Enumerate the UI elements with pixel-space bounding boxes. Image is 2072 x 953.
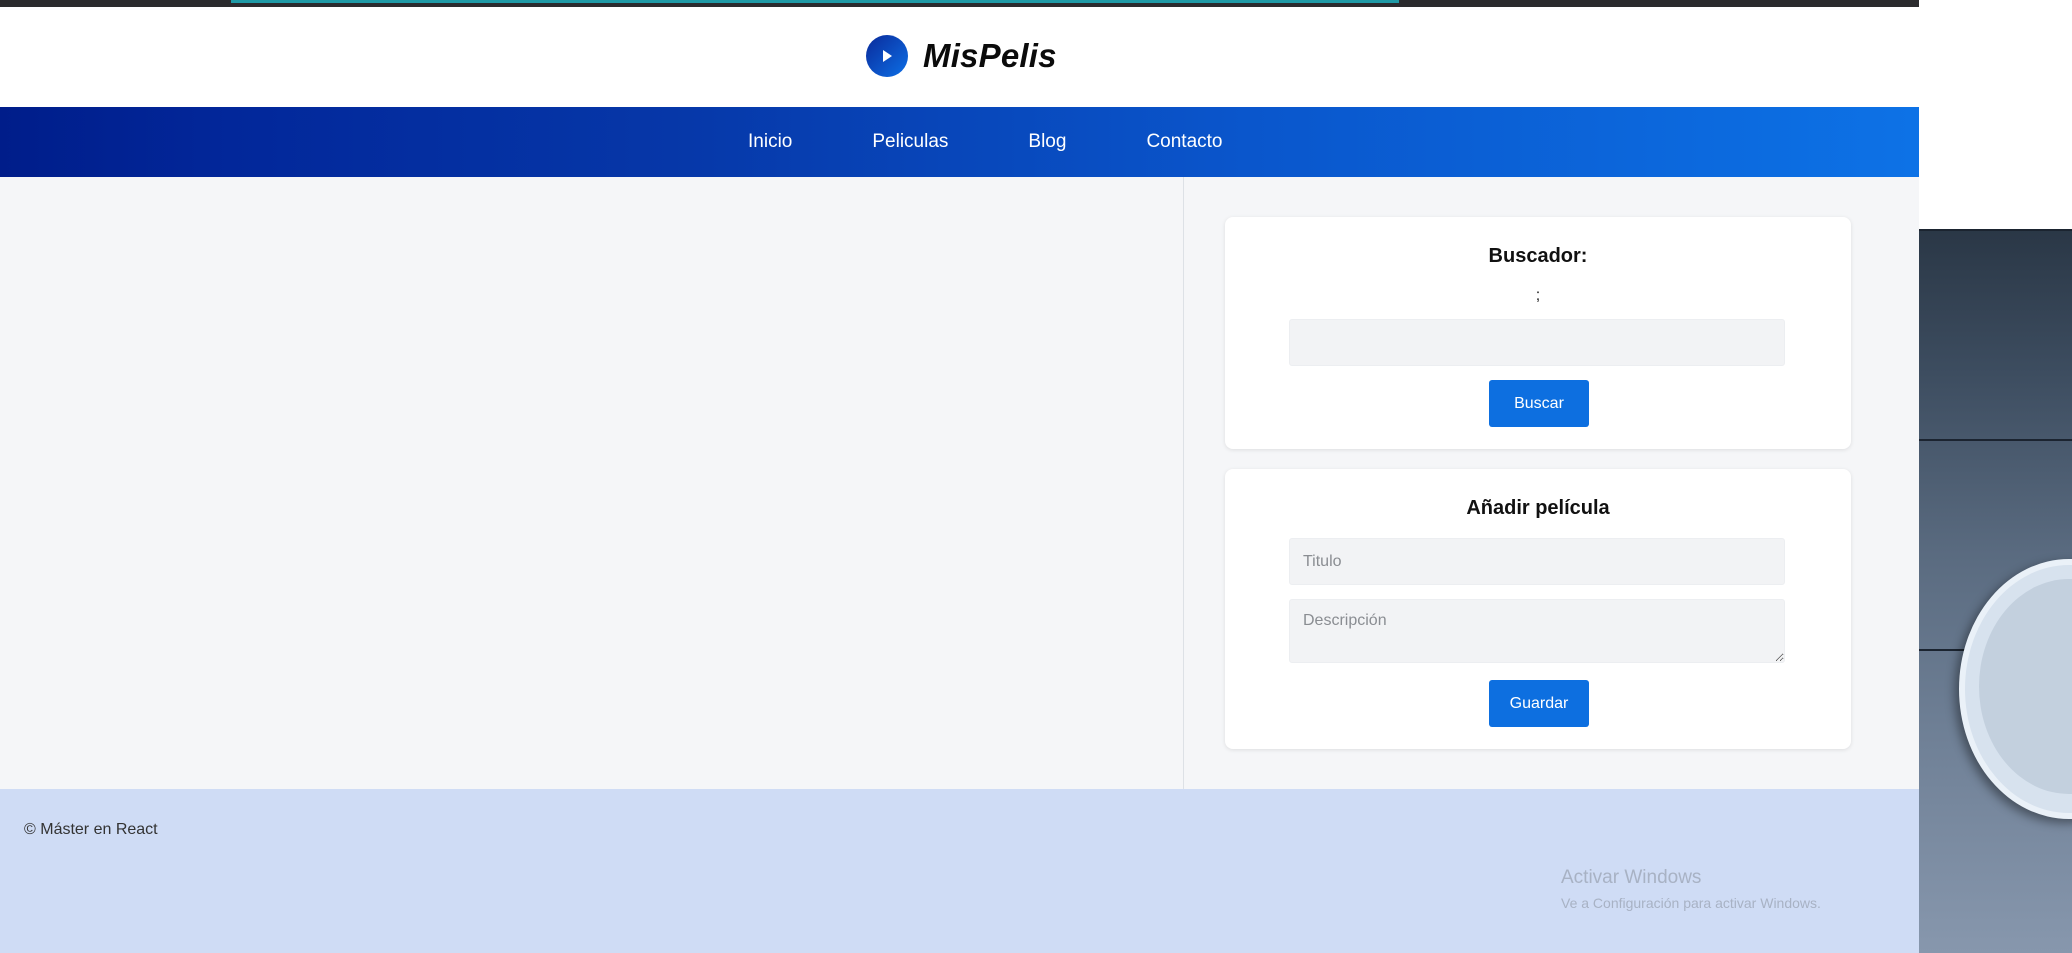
watermark-line-1: Activar Windows (1561, 867, 1702, 888)
search-button[interactable]: Buscar (1489, 380, 1589, 427)
search-title: Buscador: (1488, 245, 1588, 267)
add-movie-title: Añadir película (1466, 497, 1610, 519)
nav-item-blog[interactable]: Blog (1028, 131, 1066, 153)
watermark-line-2: Ve a Configuración para activar Windows. (1561, 895, 1821, 911)
nav-item-peliculas[interactable]: Peliculas (872, 131, 948, 153)
play-icon (866, 35, 908, 77)
save-button[interactable]: Guardar (1489, 680, 1589, 727)
logo-text: MisPelis (923, 37, 1057, 74)
add-movie-card: Añadir película Guardar (1225, 469, 1851, 749)
stray-text: ; (1535, 287, 1541, 304)
wallpaper-board-line (1919, 229, 2072, 231)
site-header: MisPelis (0, 7, 1919, 107)
logo[interactable]: MisPelis (866, 35, 1057, 77)
movie-title-input[interactable] (1289, 538, 1785, 585)
browser-top-strip (0, 0, 1919, 7)
wallpaper-board-line (1919, 439, 2072, 441)
windows-activation-watermark: Activar Windows Ve a Configuración para … (1561, 867, 1821, 911)
copyright-text: © Máster en React (24, 821, 158, 838)
site-footer: © Máster en React Activar Windows Ve a C… (0, 789, 1919, 953)
movie-description-input[interactable] (1289, 599, 1785, 663)
desktop-wallpaper (1919, 229, 2072, 953)
search-card: Buscador: ; Buscar (1225, 217, 1851, 449)
search-input[interactable] (1289, 319, 1785, 366)
browser-loading-bar (231, 0, 1399, 3)
nav-item-contacto[interactable]: Contacto (1146, 131, 1222, 153)
main-content (0, 177, 1183, 789)
app: MisPelis Inicio Peliculas Blog Contacto … (0, 7, 1919, 953)
main-nav: Inicio Peliculas Blog Contacto (0, 107, 1919, 177)
sidebar: Buscador: ; Buscar Añadir película Guard… (1183, 177, 1919, 789)
nav-item-inicio[interactable]: Inicio (748, 131, 792, 153)
